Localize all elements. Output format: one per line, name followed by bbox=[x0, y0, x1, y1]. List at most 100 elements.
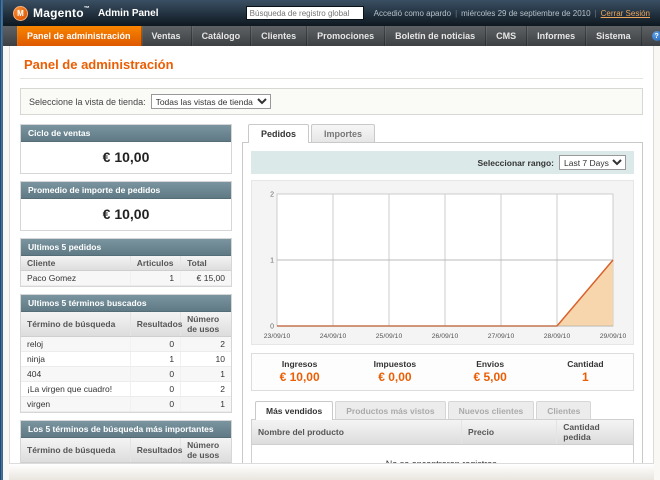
top-header: M Magento™ Admin Panel Accedió como apar… bbox=[3, 0, 660, 26]
nav-item[interactable]: Promociones bbox=[307, 26, 385, 46]
svg-text:2: 2 bbox=[270, 192, 274, 199]
column-header: Término de búsqueda bbox=[21, 312, 130, 337]
top-search-terms-panel: Los 5 términos de búsqueda más important… bbox=[20, 420, 232, 464]
stat-value: 1 bbox=[538, 370, 633, 384]
panel-title: Los 5 términos de búsqueda más important… bbox=[21, 421, 231, 438]
help-link[interactable]: ? Obtener ayuda para esta página bbox=[642, 26, 660, 46]
nav-item[interactable]: Clientes bbox=[251, 26, 307, 46]
grid-tabs: Más vendidosProductos más vistosNuevos c… bbox=[251, 401, 634, 419]
stat: Ingresos € 10,00 bbox=[252, 359, 347, 384]
orders-chart: 01223/09/1024/09/1025/09/1026/09/1027/09… bbox=[251, 180, 634, 345]
panel-title: Ciclo de ventas bbox=[21, 125, 231, 142]
logo-text: Magento™ bbox=[33, 6, 90, 20]
svg-text:25/09/10: 25/09/10 bbox=[375, 333, 402, 340]
page-title: Panel de administración bbox=[24, 57, 639, 72]
column-header[interactable]: Cantidad pedida bbox=[557, 420, 633, 445]
svg-text:29/09/10: 29/09/10 bbox=[599, 333, 626, 340]
grid-tab[interactable]: Más vendidos bbox=[255, 401, 333, 420]
column-header: Resultados bbox=[130, 312, 180, 337]
magento-logo: M Magento™ Admin Panel bbox=[13, 6, 159, 21]
store-view-select[interactable]: Todas las vistas de tienda bbox=[151, 94, 271, 109]
report-tab[interactable]: Pedidos bbox=[248, 124, 309, 143]
report-tabs: PedidosImportes bbox=[242, 124, 643, 142]
table-row[interactable]: Paco Gomez 1 € 15,00 bbox=[21, 271, 231, 286]
column-header[interactable]: Nombre del producto bbox=[252, 420, 462, 445]
empty-message: No se encontraron registros. bbox=[252, 445, 633, 465]
help-icon: ? bbox=[652, 31, 660, 41]
panel-title: Ultimos 5 términos buscados bbox=[21, 295, 231, 312]
nav-item[interactable]: Panel de administración bbox=[17, 26, 142, 46]
report-tab[interactable]: Importes bbox=[311, 124, 375, 142]
sales-cycle-panel: Ciclo de ventas € 10,00 bbox=[20, 124, 232, 174]
stat: Envios € 5,00 bbox=[443, 359, 538, 384]
range-select[interactable]: Last 7 Days bbox=[559, 155, 626, 170]
stat-value: € 10,00 bbox=[252, 370, 347, 384]
stat: Impuestos € 0,00 bbox=[347, 359, 442, 384]
logged-in-as: Accedió como apardo bbox=[374, 9, 451, 18]
global-search-input[interactable] bbox=[246, 6, 364, 20]
dashboard-main: PedidosImportes Seleccionar rango: Last … bbox=[242, 124, 643, 464]
stat-label: Cantidad bbox=[538, 359, 633, 369]
svg-text:27/09/10: 27/09/10 bbox=[487, 333, 514, 340]
dashboard-sidebar: Ciclo de ventas € 10,00 Promedio de impo… bbox=[20, 124, 232, 464]
svg-text:1: 1 bbox=[270, 258, 274, 265]
table-row[interactable]: ninja 1 10 bbox=[21, 352, 231, 367]
logo-suffix: Admin Panel bbox=[98, 8, 159, 19]
stat-value: € 0,00 bbox=[347, 370, 442, 384]
column-header: Término de búsqueda bbox=[21, 438, 130, 463]
session-info: Accedió como apardo | miércoles 29 de se… bbox=[374, 9, 650, 18]
window-left-border bbox=[0, 0, 3, 480]
sales-cycle-value: € 10,00 bbox=[21, 142, 231, 173]
separator: | bbox=[455, 9, 457, 18]
nav-item[interactable]: Catálogo bbox=[192, 26, 252, 46]
stat-label: Impuestos bbox=[347, 359, 442, 369]
nav-item[interactable]: Boletín de noticias bbox=[385, 26, 486, 46]
column-header: Número de usos bbox=[181, 438, 231, 463]
store-view-chooser: Seleccione la vista de tienda: Todas las… bbox=[20, 88, 643, 115]
magento-admin-window: M Magento™ Admin Panel Accedió como apar… bbox=[0, 0, 660, 480]
logout-link[interactable]: Cerrar Sesión bbox=[601, 9, 650, 18]
products-grid: Nombre del producto Precio Cantidad pedi… bbox=[251, 419, 634, 464]
magento-logo-icon: M bbox=[13, 6, 28, 21]
orders-card: Seleccionar rango: Last 7 Days 0 1 2 23/09/… bbox=[242, 142, 643, 464]
nav-items: Panel de administraciónVentasCatálogoCli… bbox=[17, 26, 642, 46]
stat-label: Envios bbox=[443, 359, 538, 369]
main-nav: Panel de administraciónVentasCatálogoCli… bbox=[3, 26, 660, 46]
table-row[interactable]: reloj 0 2 bbox=[21, 337, 231, 352]
svg-text:23/09/10: 23/09/10 bbox=[263, 333, 290, 340]
column-header: Cliente bbox=[21, 256, 130, 271]
nav-item[interactable]: Ventas bbox=[142, 26, 192, 46]
nav-item[interactable]: Sistema bbox=[586, 26, 642, 46]
column-header[interactable]: Precio bbox=[462, 420, 557, 445]
panel-title: Ultimos 5 pedidos bbox=[21, 239, 231, 256]
svg-text:26/09/10: 26/09/10 bbox=[431, 333, 458, 340]
column-header: Total bbox=[181, 256, 231, 271]
average-order-panel: Promedio de importe de pedidos € 10,00 bbox=[20, 181, 232, 231]
table-row[interactable]: ¡La virgen que cuadro! 0 2 bbox=[21, 382, 231, 397]
grid-tab[interactable]: Productos más vistos bbox=[335, 401, 445, 419]
svg-text:28/09/10: 28/09/10 bbox=[543, 333, 570, 340]
nav-item[interactable]: Informes bbox=[527, 26, 586, 46]
svg-text:0: 0 bbox=[270, 324, 274, 331]
grid-tab[interactable]: Nuevos clientes bbox=[448, 401, 535, 419]
column-header: Número de usos bbox=[181, 312, 231, 337]
column-header: Resultados bbox=[130, 438, 180, 463]
last-orders-panel: Ultimos 5 pedidos Cliente Articulos Tota… bbox=[20, 238, 232, 287]
range-label: Seleccionar rango: bbox=[477, 158, 554, 168]
column-header: Articulos bbox=[130, 256, 180, 271]
content-frame: Panel de administración Seleccione la vi… bbox=[9, 46, 654, 464]
separator: | bbox=[595, 9, 597, 18]
nav-item[interactable]: CMS bbox=[486, 26, 527, 46]
table-row[interactable]: 404 0 1 bbox=[21, 367, 231, 382]
table-row[interactable]: virgen 0 1 bbox=[21, 397, 231, 412]
grid-tab[interactable]: Clientes bbox=[536, 401, 591, 419]
stat-value: € 5,00 bbox=[443, 370, 538, 384]
panel-title: Promedio de importe de pedidos bbox=[21, 182, 231, 199]
last-search-terms-panel: Ultimos 5 términos buscados Término de b… bbox=[20, 294, 232, 413]
stat: Cantidad 1 bbox=[538, 359, 633, 384]
title-divider bbox=[20, 78, 643, 79]
orders-chart-svg: 01223/09/1024/09/1025/09/1026/09/1027/09… bbox=[257, 186, 629, 342]
stat-label: Ingresos bbox=[252, 359, 347, 369]
totals-strip: Ingresos € 10,00 Impuestos € 0,00 Envios… bbox=[251, 353, 634, 391]
current-date: miércoles 29 de septiembre de 2010 bbox=[461, 9, 590, 18]
